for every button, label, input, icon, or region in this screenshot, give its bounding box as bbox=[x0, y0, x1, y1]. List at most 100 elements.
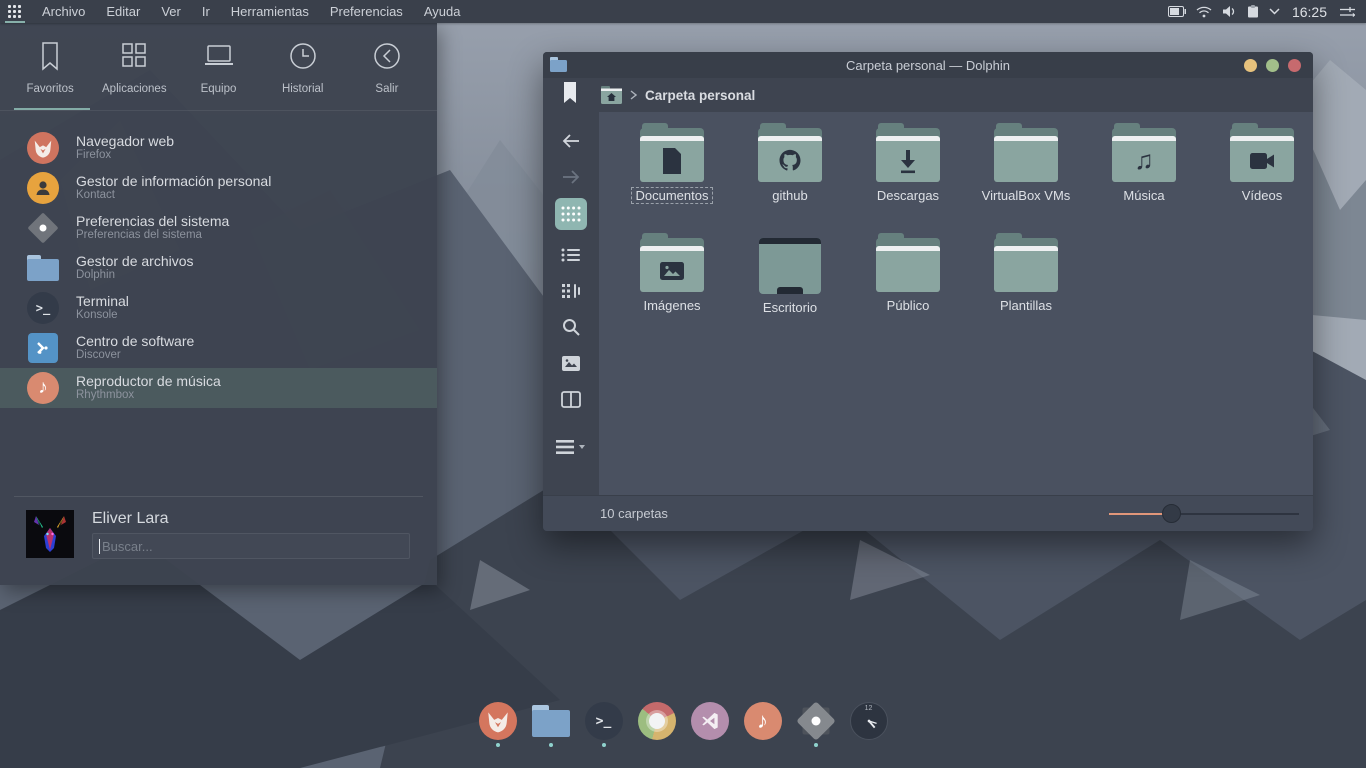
list-view-button[interactable] bbox=[554, 240, 588, 270]
window-folder-icon bbox=[550, 57, 567, 77]
app-title: Navegador web bbox=[76, 133, 174, 149]
app-launcher-button[interactable] bbox=[0, 0, 30, 23]
music-note-icon: ♪ bbox=[27, 372, 59, 404]
vscode-icon bbox=[691, 702, 729, 740]
chevron-down-icon[interactable] bbox=[1269, 8, 1280, 15]
slider-handle[interactable] bbox=[1162, 504, 1181, 523]
wifi-icon[interactable] bbox=[1196, 6, 1212, 18]
running-indicator bbox=[496, 743, 500, 747]
maximize-button[interactable] bbox=[1266, 59, 1279, 72]
folder-label: VirtualBox VMs bbox=[978, 188, 1075, 203]
firefox-icon bbox=[27, 132, 59, 164]
app-row-preferencias[interactable]: Preferencias del sistema Preferencias de… bbox=[0, 208, 437, 248]
app-row-kontact[interactable]: Gestor de información personal Kontact bbox=[0, 168, 437, 208]
dock-clock[interactable]: 12 bbox=[849, 702, 889, 747]
running-indicator bbox=[549, 743, 553, 747]
favorites-list: Navegador web Firefox Gestor de informac… bbox=[0, 128, 437, 408]
blue-folder-icon bbox=[27, 255, 59, 281]
dock-dolphin[interactable] bbox=[531, 702, 571, 747]
music-note-icon: ♪ bbox=[744, 702, 782, 740]
system-settings-icon bbox=[27, 212, 59, 244]
search-button[interactable] bbox=[554, 312, 588, 342]
download-glyph-icon bbox=[896, 148, 920, 174]
places-bookmark-icon[interactable] bbox=[563, 82, 577, 109]
app-row-discover[interactable]: Centro de software Discover bbox=[0, 328, 437, 368]
compact-view-button[interactable] bbox=[554, 276, 588, 306]
tweaks-icon[interactable] bbox=[1339, 6, 1356, 18]
app-subtitle: Kontact bbox=[76, 189, 271, 202]
back-button[interactable] bbox=[554, 126, 588, 156]
folder-videos[interactable]: Vídeos bbox=[1203, 120, 1313, 230]
image-icon bbox=[561, 355, 581, 372]
home-folder-icon bbox=[601, 86, 622, 104]
location-toolbar: Carpeta personal bbox=[543, 78, 1313, 112]
computer-icon bbox=[202, 41, 236, 71]
clipboard-icon[interactable] bbox=[1247, 5, 1259, 18]
running-indicator bbox=[602, 743, 606, 747]
system-tray: 16:25 bbox=[1168, 4, 1366, 20]
volume-icon[interactable] bbox=[1222, 5, 1237, 18]
view-toolbar bbox=[543, 112, 599, 495]
minimize-button[interactable] bbox=[1244, 59, 1257, 72]
icon-view-icon bbox=[560, 205, 582, 223]
close-button[interactable] bbox=[1288, 59, 1301, 72]
folder-label: Documentos bbox=[632, 188, 713, 203]
tab-favoritos[interactable]: Favoritos bbox=[8, 33, 92, 111]
breadcrumb[interactable]: Carpeta personal bbox=[601, 86, 755, 104]
dock-firefox[interactable] bbox=[478, 702, 518, 747]
tab-salir[interactable]: Salir bbox=[345, 33, 429, 111]
kontact-icon bbox=[27, 172, 59, 204]
titlebar[interactable]: Carpeta personal — Dolphin bbox=[543, 52, 1313, 78]
app-row-rhythmbox[interactable]: ♪ Reproductor de música Rhythmbox bbox=[0, 368, 437, 408]
folder-plantillas[interactable]: Plantillas bbox=[967, 230, 1085, 340]
dock-chrome[interactable] bbox=[637, 702, 677, 747]
app-row-firefox[interactable]: Navegador web Firefox bbox=[0, 128, 437, 168]
dock-system-settings[interactable] bbox=[796, 702, 836, 747]
folder-escritorio[interactable]: Escritorio bbox=[731, 230, 849, 340]
dock-rhythmbox[interactable]: ♪ bbox=[743, 702, 783, 747]
menu-ir[interactable]: Ir bbox=[202, 4, 210, 19]
tab-equipo[interactable]: Equipo bbox=[176, 33, 260, 111]
dock-vscode[interactable] bbox=[690, 702, 730, 747]
tab-aplicaciones[interactable]: Aplicaciones bbox=[92, 33, 176, 111]
folder-label: Público bbox=[883, 298, 934, 313]
battery-icon[interactable] bbox=[1168, 6, 1186, 17]
hamburger-menu-button[interactable] bbox=[554, 432, 588, 462]
split-view-button[interactable] bbox=[554, 384, 588, 414]
folder-musica[interactable]: ♫ Música bbox=[1085, 120, 1203, 230]
forward-button[interactable] bbox=[554, 162, 588, 192]
tab-label: Aplicaciones bbox=[102, 83, 167, 95]
tab-historial[interactable]: Historial bbox=[261, 33, 345, 111]
clock-text[interactable]: 16:25 bbox=[1292, 4, 1327, 20]
icon-view-button[interactable] bbox=[555, 198, 587, 230]
leave-icon bbox=[372, 41, 402, 71]
avatar[interactable] bbox=[26, 510, 74, 558]
folder-descargas[interactable]: Descargas bbox=[849, 120, 967, 230]
app-row-dolphin[interactable]: Gestor de archivos Dolphin bbox=[0, 248, 437, 288]
search-input[interactable]: Buscar... bbox=[92, 533, 410, 559]
breadcrumb-text: Carpeta personal bbox=[645, 88, 755, 103]
app-row-terminal[interactable]: >_ Terminal Konsole bbox=[0, 288, 437, 328]
menu-ayuda[interactable]: Ayuda bbox=[424, 4, 461, 19]
folder-publico[interactable]: Público bbox=[849, 230, 967, 340]
folder-virtualbox-vms[interactable]: VirtualBox VMs bbox=[967, 120, 1085, 230]
menu-herramientas[interactable]: Herramientas bbox=[231, 4, 309, 19]
dock-konsole[interactable]: >_ bbox=[584, 702, 624, 747]
folder-github[interactable]: github bbox=[731, 120, 849, 230]
chrome-icon bbox=[638, 702, 676, 740]
menu-preferencias[interactable]: Preferencias bbox=[330, 4, 403, 19]
window-title: Carpeta personal — Dolphin bbox=[543, 58, 1313, 73]
folder-documentos[interactable]: Documentos bbox=[613, 120, 731, 230]
preview-button[interactable] bbox=[554, 348, 588, 378]
folder-label: Plantillas bbox=[996, 298, 1056, 313]
zoom-slider[interactable] bbox=[1109, 496, 1305, 532]
split-icon bbox=[561, 391, 581, 408]
search-placeholder: Buscar... bbox=[102, 539, 153, 554]
menu-ver[interactable]: Ver bbox=[161, 4, 181, 19]
menu-archivo[interactable]: Archivo bbox=[42, 4, 85, 19]
folder-grid: Documentos github Descargas Virt bbox=[613, 120, 1313, 340]
app-title: Gestor de archivos bbox=[76, 253, 194, 269]
menu-editar[interactable]: Editar bbox=[106, 4, 140, 19]
history-clock-icon bbox=[288, 41, 318, 71]
folder-imagenes[interactable]: Imágenes bbox=[613, 230, 731, 340]
